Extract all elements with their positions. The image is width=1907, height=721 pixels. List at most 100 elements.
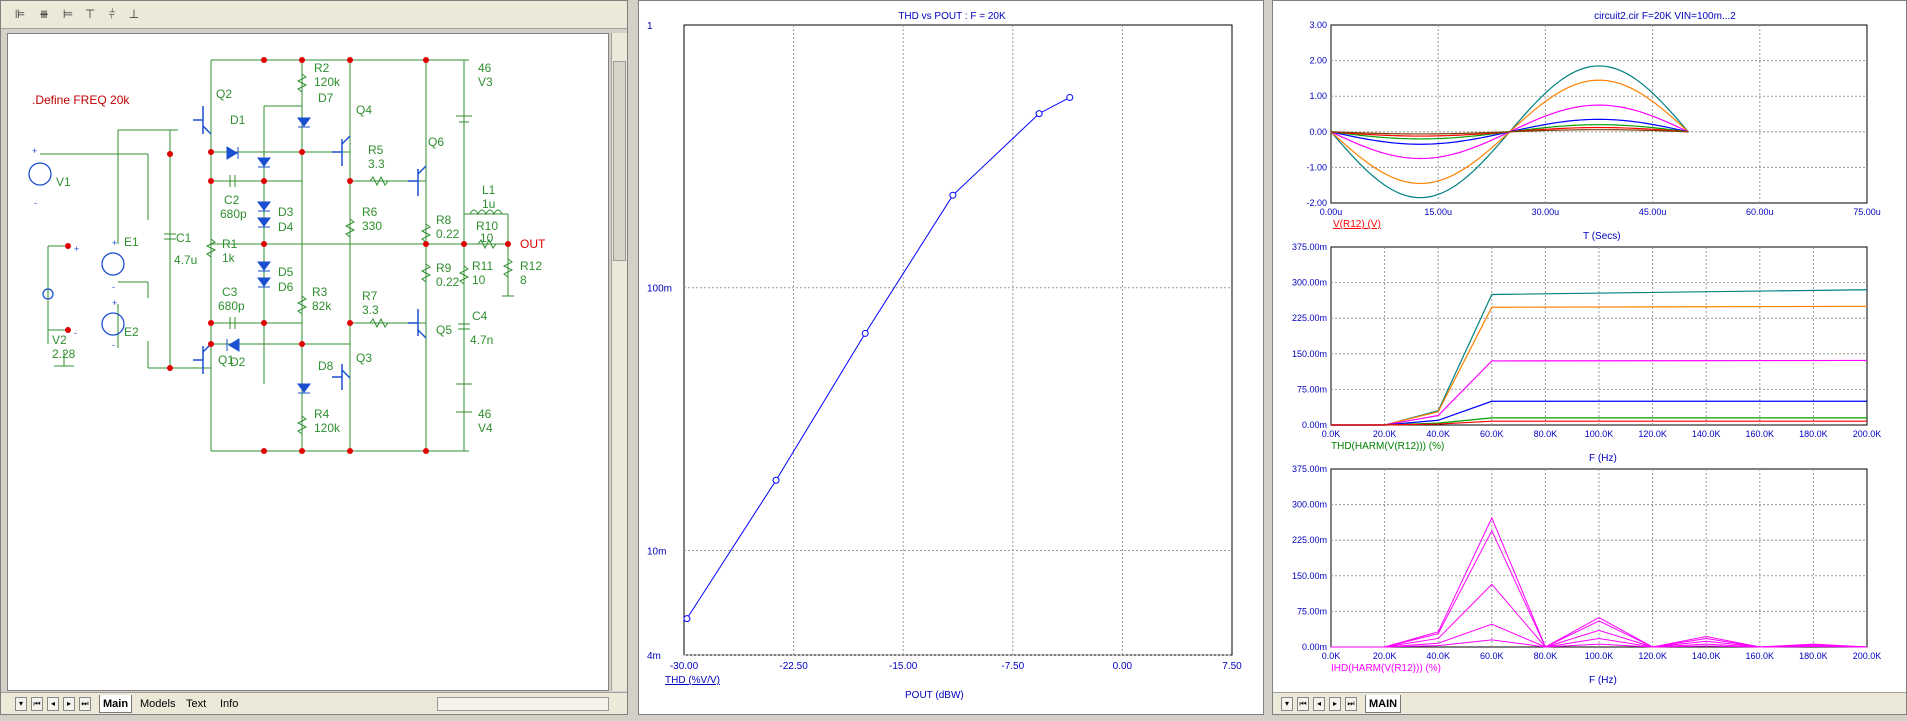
thd-vs-pout-chart: THD vs POUT : F = 20K -30.00 -22.50 -15.00… bbox=[647, 11, 1242, 701]
plots-menu-icon[interactable]: ▾ bbox=[1281, 697, 1293, 711]
top-y-label: V(R12) (V) bbox=[1333, 219, 1381, 230]
d5-label: D5 bbox=[278, 265, 294, 279]
r2-value: 120k bbox=[314, 75, 341, 89]
v1-minus-sign: - bbox=[34, 198, 37, 208]
schematic-toolbar: ⊫ ⧻ ⊨ ⊤ ⫩ ⊥ bbox=[1, 1, 627, 29]
c4-value: 4.7n bbox=[470, 333, 493, 347]
y-tick-label: 150.00m bbox=[1292, 349, 1327, 359]
e2-plus-sign: + bbox=[112, 298, 117, 308]
thd-x-tick-label: -30.00 bbox=[670, 661, 699, 672]
prev-tab-icon[interactable]: ◂ bbox=[47, 697, 59, 711]
y-tick-label: 0.00 bbox=[1309, 127, 1327, 137]
first-tab-icon[interactable]: ⏮ bbox=[31, 697, 43, 711]
schematic-tab-bar: ▾ ⏮ ◂ ▸ ⏭ Main Models Text Info bbox=[1, 692, 627, 714]
d7-label: D7 bbox=[318, 91, 334, 105]
tab-main[interactable]: Main bbox=[99, 695, 133, 713]
align-bottom-icon[interactable]: ⊥ bbox=[125, 5, 143, 23]
v3-label: V3 bbox=[478, 75, 493, 89]
r10-value: 10 bbox=[480, 231, 494, 245]
y-tick-label: 2.00 bbox=[1309, 56, 1327, 66]
r3-label: R3 bbox=[312, 285, 328, 299]
x-tick-label: 60.00u bbox=[1746, 207, 1774, 217]
align-right-icon[interactable]: ⊨ bbox=[59, 5, 77, 23]
x-tick-label: 160.0K bbox=[1746, 651, 1775, 661]
plots-next-icon[interactable]: ▸ bbox=[1329, 697, 1341, 711]
analysis-plots-window: circuit2.cir F=20K VIN=100m...2 3.00 2.00… bbox=[1272, 0, 1907, 715]
tab-plots-main[interactable]: MAIN bbox=[1365, 695, 1402, 713]
v3-value: 46 bbox=[478, 61, 492, 75]
x-tick-label: 80.0K bbox=[1534, 651, 1558, 661]
schematic-window: ⊫ ⧻ ⊨ ⊤ ⫩ ⊥ .Define FREQ 20k Q2 Q1 Q4 Q3… bbox=[0, 0, 628, 715]
r2-label: R2 bbox=[314, 61, 330, 75]
x-tick-label: 20.0K bbox=[1373, 429, 1397, 439]
r8-label: R8 bbox=[436, 213, 452, 227]
align-top-icon[interactable]: ⊤ bbox=[81, 5, 99, 23]
tab-text[interactable]: Text bbox=[183, 695, 209, 713]
plots-first-icon[interactable]: ⏮ bbox=[1297, 697, 1309, 711]
schematic-canvas[interactable]: .Define FREQ 20k Q2 Q1 Q4 Q3 Q6 Q5 D1 D2… bbox=[7, 33, 609, 691]
thd-chart-title: THD vs POUT : F = 20K bbox=[898, 11, 1006, 22]
ihd-harm-series-line bbox=[1331, 623, 1868, 648]
schematic-horizontal-scrollbar[interactable] bbox=[437, 697, 609, 711]
v2-plus-sign: + bbox=[74, 244, 79, 254]
d8-label: D8 bbox=[318, 359, 334, 373]
q3-label: Q3 bbox=[356, 351, 372, 365]
c2-label: C2 bbox=[224, 193, 240, 207]
d3-label: D3 bbox=[278, 205, 294, 219]
x-tick-label: 60.0K bbox=[1480, 429, 1504, 439]
c3-label: C3 bbox=[222, 285, 238, 299]
top-x-label: T (Secs) bbox=[1583, 231, 1621, 242]
thd-grid bbox=[684, 25, 1232, 656]
c4-label: C4 bbox=[472, 309, 488, 323]
last-tab-icon[interactable]: ⏭ bbox=[79, 697, 91, 711]
first-page-icon[interactable]: ▾ bbox=[15, 697, 27, 711]
e1-plus-sign: + bbox=[112, 238, 117, 248]
thd-y-tick-label: 1 bbox=[647, 21, 653, 32]
align-left-icon[interactable]: ⊫ bbox=[11, 5, 29, 23]
c1-value: 4.7u bbox=[174, 253, 197, 267]
tab-info[interactable]: Info bbox=[217, 695, 241, 713]
y-tick-label: 300.00m bbox=[1292, 278, 1327, 288]
y-tick-label: 375.00m bbox=[1292, 242, 1327, 252]
scrollbar-thumb[interactable] bbox=[613, 61, 626, 261]
thd-data-point bbox=[861, 329, 869, 337]
thd-x-tick-label: 0.00 bbox=[1113, 661, 1133, 672]
e2-label: E2 bbox=[124, 325, 139, 339]
plots-prev-icon[interactable]: ◂ bbox=[1313, 697, 1325, 711]
schematic-vertical-scrollbar[interactable] bbox=[611, 33, 627, 691]
thd-y-tick-label: 100m bbox=[647, 284, 672, 295]
e1-minus-sign: - bbox=[112, 282, 115, 292]
d2-label: D2 bbox=[230, 355, 246, 369]
e2-minus-sign: - bbox=[112, 340, 115, 350]
r12-label: R12 bbox=[520, 259, 542, 273]
mid-x-label: F (Hz) bbox=[1589, 453, 1617, 464]
thd-data-point bbox=[772, 476, 780, 484]
x-tick-label: 140.0K bbox=[1692, 651, 1721, 661]
v2-minus-sign: - bbox=[74, 328, 77, 338]
r1-label: R1 bbox=[222, 237, 238, 251]
thd-x-tick-label: -7.50 bbox=[1001, 661, 1024, 672]
define-freq-label: .Define FREQ 20k bbox=[32, 93, 130, 107]
align-center-icon[interactable]: ⧻ bbox=[35, 5, 53, 23]
x-tick-label: 200.0K bbox=[1853, 429, 1882, 439]
plots-last-icon[interactable]: ⏭ bbox=[1345, 697, 1357, 711]
v2-label: V2 bbox=[52, 333, 67, 347]
c2-value: 680p bbox=[220, 207, 247, 221]
align-middle-icon[interactable]: ⫩ bbox=[103, 5, 121, 23]
x-tick-label: 100.0K bbox=[1585, 429, 1614, 439]
x-tick-label: 15.00u bbox=[1424, 207, 1452, 217]
tab-models[interactable]: Models bbox=[137, 695, 178, 713]
x-tick-label: 45.00u bbox=[1639, 207, 1667, 217]
v1-label: V1 bbox=[56, 175, 71, 189]
next-tab-icon[interactable]: ▸ bbox=[63, 697, 75, 711]
r4-label: R4 bbox=[314, 407, 330, 421]
x-tick-label: 80.0K bbox=[1534, 429, 1558, 439]
thd-x-label: POUT (dBW) bbox=[905, 690, 964, 701]
x-tick-label: 160.0K bbox=[1746, 429, 1775, 439]
thd-data-point bbox=[683, 615, 691, 623]
x-tick-label: 120.0K bbox=[1638, 429, 1667, 439]
thd-y-label: THD (%V/V) bbox=[665, 675, 720, 686]
v4-value: 46 bbox=[478, 407, 492, 421]
y-tick-label: 225.00m bbox=[1292, 313, 1327, 323]
ihd-frequency-plot: 375.00m300.00m225.00m150.00m75.00m0.00m0… bbox=[1292, 464, 1881, 661]
